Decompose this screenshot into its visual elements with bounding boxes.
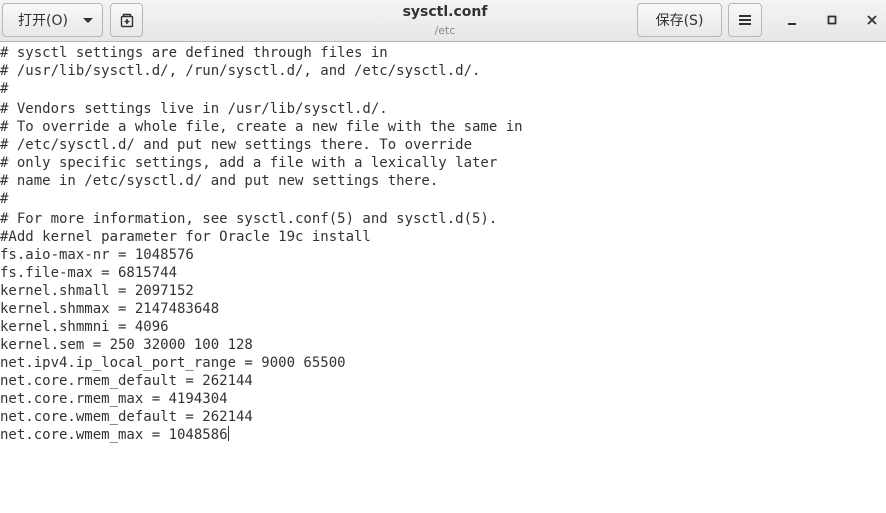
open-button[interactable]: 打开(O): [2, 3, 103, 37]
text-editor-area[interactable]: # sysctl settings are defined through fi…: [0, 44, 886, 513]
text-cursor: [227, 426, 229, 441]
code-line-text: net.core.wmem_max = 1048586: [0, 427, 228, 443]
minimize-icon: [788, 23, 796, 25]
text-editor-window: 打开(O) sysctl.conf /etc 保存(S) # sysctl se…: [0, 0, 886, 513]
code-line: # Vendors settings live in /usr/lib/sysc…: [0, 101, 388, 117]
code-line-last: net.core.wmem_max = 1048586: [0, 426, 229, 444]
code-line: fs.aio-max-nr = 1048576: [0, 247, 194, 263]
menu-button[interactable]: [728, 3, 762, 37]
hamburger-menu-icon: [739, 15, 751, 25]
code-line: kernel.shmmax = 2147483648: [0, 301, 220, 317]
code-line: #: [0, 191, 9, 207]
new-document-icon: [120, 13, 133, 28]
window-subtitle: /etc: [434, 24, 456, 37]
code-line: net.core.rmem_max = 4194304: [0, 391, 228, 407]
new-document-button[interactable]: [110, 3, 143, 37]
close-icon: [867, 15, 877, 25]
chevron-down-icon: [83, 18, 93, 23]
code-line: # To override a whole file, create a new…: [0, 119, 523, 135]
code-line: fs.file-max = 6815744: [0, 265, 178, 281]
save-button-label: 保存(S): [655, 13, 704, 29]
window-title: sysctl.conf: [402, 4, 488, 20]
header-bar: 打开(O) sysctl.conf /etc 保存(S): [0, 0, 886, 42]
code-line: net.core.rmem_default = 262144: [0, 373, 253, 389]
save-button[interactable]: 保存(S): [637, 3, 722, 37]
code-line: kernel.sem = 250 32000 100 128: [0, 337, 253, 353]
maximize-button[interactable]: [820, 8, 844, 32]
close-button[interactable]: [860, 8, 884, 32]
code-line: kernel.shmall = 2097152: [0, 283, 194, 299]
minimize-button[interactable]: [780, 8, 804, 32]
code-line: net.core.wmem_default = 262144: [0, 409, 253, 425]
code-line: # only specific settings, add a file wit…: [0, 155, 498, 171]
code-line: # sysctl settings are defined through fi…: [0, 45, 388, 61]
code-line: # name in /etc/sysctl.d/ and put new set…: [0, 173, 439, 189]
code-line: net.ipv4.ip_local_port_range = 9000 6550…: [0, 355, 346, 371]
code-line: #: [0, 81, 9, 97]
title-area: sysctl.conf /etc: [300, 3, 590, 39]
code-line: kernel.shmmni = 4096: [0, 319, 169, 335]
maximize-icon: [827, 15, 837, 25]
code-line: #Add kernel parameter for Oracle 19c ins…: [0, 229, 371, 245]
code-line: # /usr/lib/sysctl.d/, /run/sysctl.d/, an…: [0, 63, 481, 79]
code-line: # For more information, see sysctl.conf(…: [0, 211, 498, 227]
code-line: # /etc/sysctl.d/ and put new settings th…: [0, 137, 473, 153]
open-button-label: 打开(O): [18, 13, 68, 29]
